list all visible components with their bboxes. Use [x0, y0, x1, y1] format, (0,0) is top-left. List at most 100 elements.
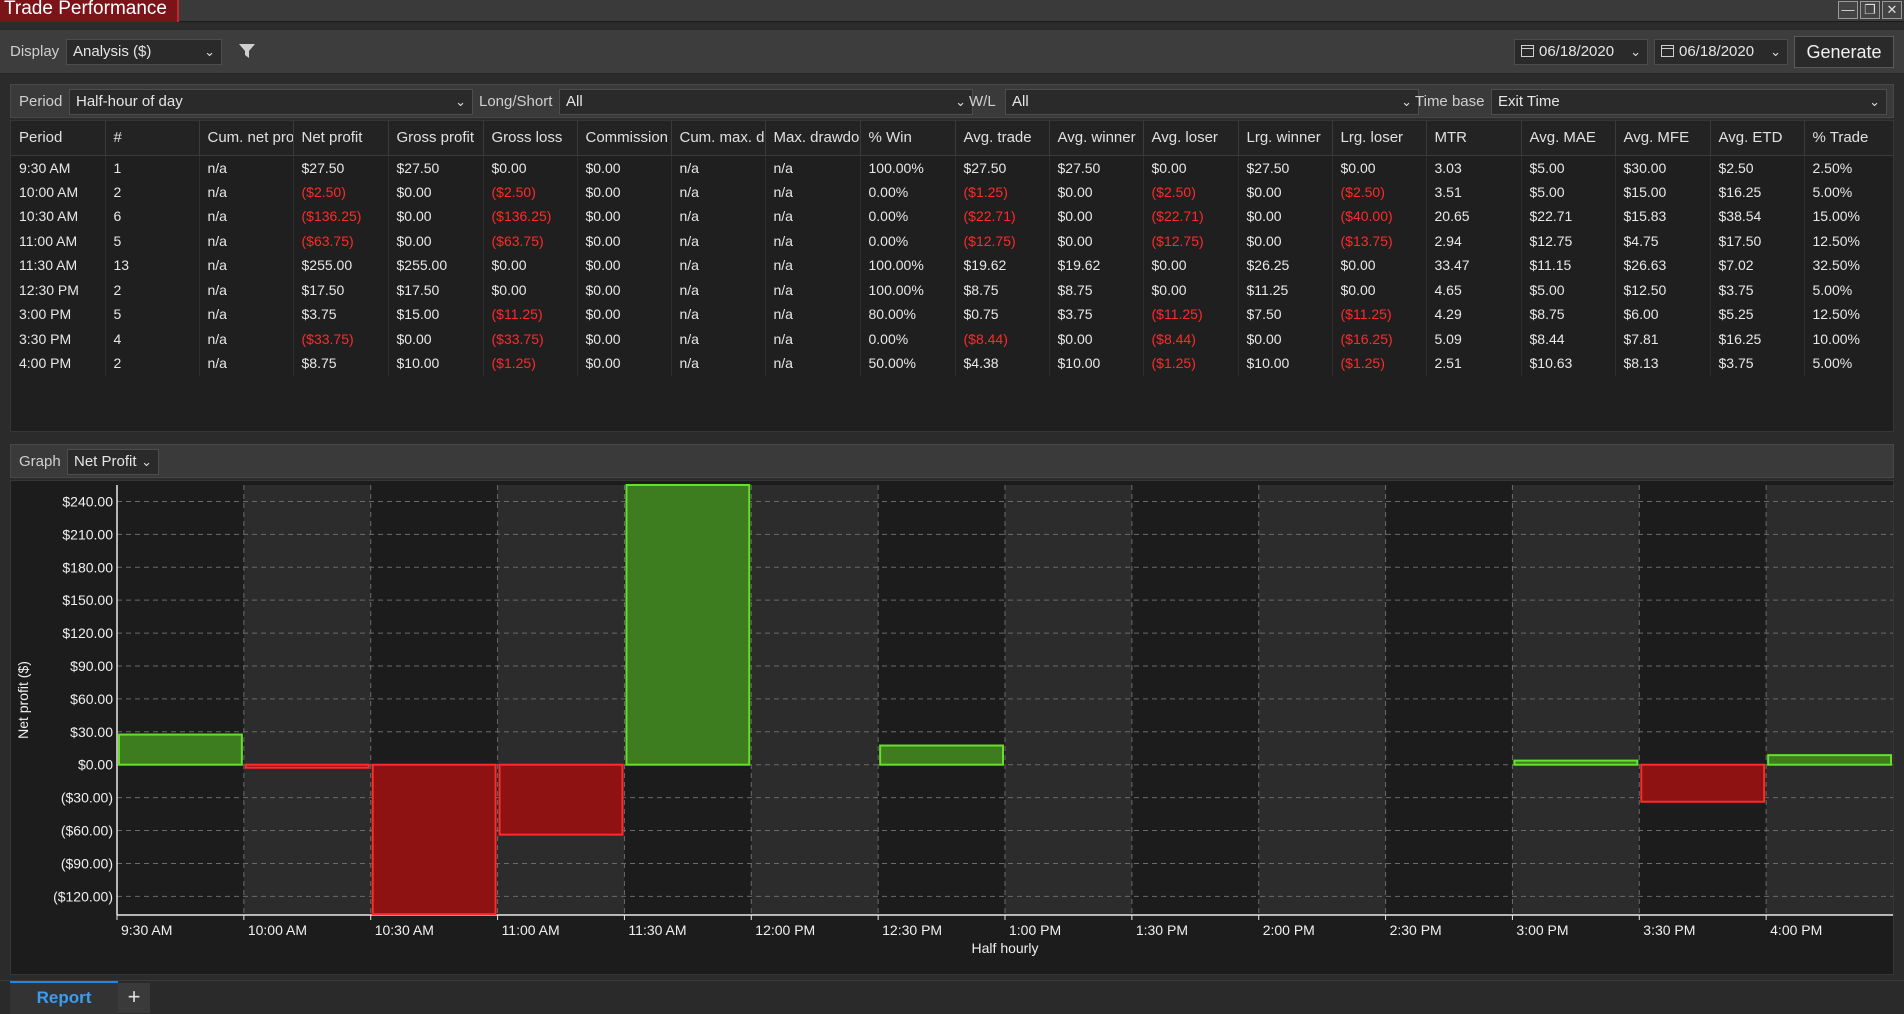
date-from-picker[interactable]: 06/18/2020 ⌄ — [1514, 39, 1648, 65]
table-row[interactable]: 10:30 AM 6 n/a ($136.25) $0.00 ($136.25) $0.00… — [11, 204, 1893, 229]
table-cell: n/a — [671, 228, 766, 253]
chevron-down-icon: ⌄ — [455, 94, 466, 109]
date-to-picker[interactable]: 06/18/2020 ⌄ — [1654, 39, 1788, 65]
table-cell: ($12.75) — [955, 228, 1050, 253]
timebase-select-value: Exit Time — [1498, 93, 1560, 110]
table-cell: 5 — [105, 302, 200, 327]
tab-report[interactable]: Report — [10, 981, 118, 1014]
table-cell: n/a — [199, 179, 294, 204]
display-select[interactable]: Analysis ($) ⌄ — [66, 39, 222, 65]
bar — [371, 763, 497, 916]
table-row[interactable]: 12:30 PM 2 n/a $17.50 $17.50 $0.00 $0.00 n/a n/a… — [11, 277, 1893, 302]
table-cell: $27.50 — [1049, 155, 1144, 180]
column-header[interactable]: Max. drawdo — [765, 121, 861, 156]
x-tick-label: 10:30 AM — [375, 922, 434, 938]
window-title[interactable]: Trade Performance — [0, 0, 179, 22]
calendar-icon — [1521, 45, 1534, 57]
table-cell: 3.51 — [1426, 179, 1522, 204]
table-row[interactable]: 4:00 PM 2 n/a $8.75 $10.00 ($1.25) $0.00 n/a n/a… — [11, 351, 1893, 376]
table-cell: $7.02 — [1710, 253, 1805, 278]
x-tick-label: 2:00 PM — [1263, 922, 1315, 938]
period-select[interactable]: Half-hour of day ⌄ — [69, 89, 473, 115]
table-row[interactable]: 10:00 AM 2 n/a ($2.50) $0.00 ($2.50) $0.00 n/a n… — [11, 179, 1893, 204]
column-header[interactable]: Cum. max. d — [671, 121, 766, 156]
column-header[interactable]: Lrg. loser — [1332, 121, 1427, 156]
net-profit-chart: $240.00 $210.00 $180.00 $150.00 $120.00 $90.0… — [10, 480, 1894, 975]
table-cell: 9:30 AM — [11, 155, 106, 180]
table-cell: $0.00 — [483, 253, 578, 278]
table-cell: n/a — [199, 351, 294, 376]
column-header[interactable]: MTR — [1426, 121, 1522, 156]
table-row[interactable]: 11:30 AM 13 n/a $255.00 $255.00 $0.00 $0.00 n/a… — [11, 253, 1893, 278]
x-tick-label: 3:00 PM — [1516, 922, 1568, 938]
column-header[interactable]: Lrg. winner — [1238, 121, 1333, 156]
close-icon[interactable]: ✕ — [1882, 1, 1902, 19]
chart-band — [1385, 485, 1513, 915]
table-row[interactable]: 11:00 AM 5 n/a ($63.75) $0.00 ($63.75) $0.00 n/… — [11, 228, 1893, 253]
column-header[interactable]: Avg. MAE — [1521, 121, 1616, 156]
bar — [1640, 763, 1766, 803]
table-row[interactable]: 3:30 PM 4 n/a ($33.75) $0.00 ($33.75) $0.00 n/a… — [11, 326, 1893, 351]
column-header[interactable]: Gross profit — [388, 121, 484, 156]
table-cell: ($136.25) — [483, 204, 578, 229]
generate-button[interactable]: Generate — [1794, 36, 1894, 68]
table-cell: $5.00 — [1521, 277, 1616, 302]
table-cell: ($13.75) — [1332, 228, 1427, 253]
chevron-down-icon: ⌄ — [204, 44, 215, 59]
restore-icon[interactable]: ❐ — [1860, 1, 1880, 19]
column-header[interactable]: Avg. MFE — [1615, 121, 1711, 156]
table-cell: n/a — [765, 277, 861, 302]
table-cell: $0.00 — [483, 277, 578, 302]
table-cell: 4:00 PM — [11, 351, 106, 376]
table-cell: $8.75 — [293, 351, 389, 376]
y-tick-label: ($90.00) — [61, 855, 113, 871]
column-header[interactable]: % Win — [860, 121, 956, 156]
table-cell: $5.25 — [1710, 302, 1805, 327]
column-header[interactable]: Avg. loser — [1143, 121, 1239, 156]
table-cell: 5.00% — [1804, 179, 1893, 204]
wl-select[interactable]: All ⌄ — [1005, 89, 1419, 115]
y-tick-label: $90.00 — [70, 658, 113, 674]
column-header[interactable]: Avg. ETD — [1710, 121, 1805, 156]
table-cell: ($11.25) — [1143, 302, 1239, 327]
column-header[interactable]: Gross loss — [483, 121, 578, 156]
table-cell: $0.00 — [577, 326, 672, 351]
column-header[interactable]: % Trade — [1804, 121, 1893, 156]
add-tab-button[interactable]: + — [118, 983, 150, 1013]
x-axis-title: Half hourly — [972, 940, 1039, 956]
y-tick-label: ($60.00) — [61, 823, 113, 839]
column-header[interactable]: Net profit — [293, 121, 389, 156]
column-header[interactable]: # — [105, 121, 200, 156]
table-cell: n/a — [765, 351, 861, 376]
y-tick-label: $180.00 — [62, 559, 113, 575]
period-label: Period — [19, 93, 63, 110]
table-cell: ($22.71) — [955, 204, 1050, 229]
column-header[interactable]: Cum. net pro — [199, 121, 294, 156]
graph-bar: Graph Net Profit ⌄ — [10, 444, 1894, 478]
filter-icon[interactable] — [238, 42, 256, 60]
table-row[interactable]: 9:30 AM 1 n/a $27.50 $27.50 $0.00 $0.00 n/a n/a 1… — [11, 155, 1893, 180]
table-cell: ($2.50) — [1332, 179, 1427, 204]
table-row[interactable]: 3:00 PM 5 n/a $3.75 $15.00 ($11.25) $0.00 n/a n/… — [11, 302, 1893, 327]
date-to-value: 06/18/2020 — [1679, 43, 1755, 60]
column-header[interactable]: Avg. winner — [1049, 121, 1144, 156]
timebase-select[interactable]: Exit Time ⌄ — [1491, 89, 1887, 115]
bar — [1767, 754, 1892, 766]
table-cell: $26.63 — [1615, 253, 1711, 278]
longshort-select[interactable]: All ⌄ — [559, 89, 973, 115]
table-cell: 12:30 PM — [11, 277, 106, 302]
table-cell: $0.00 — [1332, 155, 1427, 180]
window-controls: — ❐ ✕ — [1838, 1, 1902, 19]
graph-select[interactable]: Net Profit ⌄ — [67, 449, 159, 475]
column-header[interactable]: Commission — [577, 121, 672, 156]
minimize-icon[interactable]: — — [1838, 1, 1858, 19]
bar — [1513, 759, 1639, 766]
table-cell: $12.50 — [1615, 277, 1711, 302]
column-header[interactable]: Period — [11, 121, 106, 156]
table-cell: ($40.00) — [1332, 204, 1427, 229]
x-tick-label: 11:00 AM — [502, 922, 560, 938]
table-cell: ($63.75) — [293, 228, 389, 253]
column-header[interactable]: Avg. trade — [955, 121, 1050, 156]
table-cell: $8.75 — [955, 277, 1050, 302]
chart-svg: $240.00 $210.00 $180.00 $150.00 $120.00 $90.0… — [15, 484, 1893, 956]
